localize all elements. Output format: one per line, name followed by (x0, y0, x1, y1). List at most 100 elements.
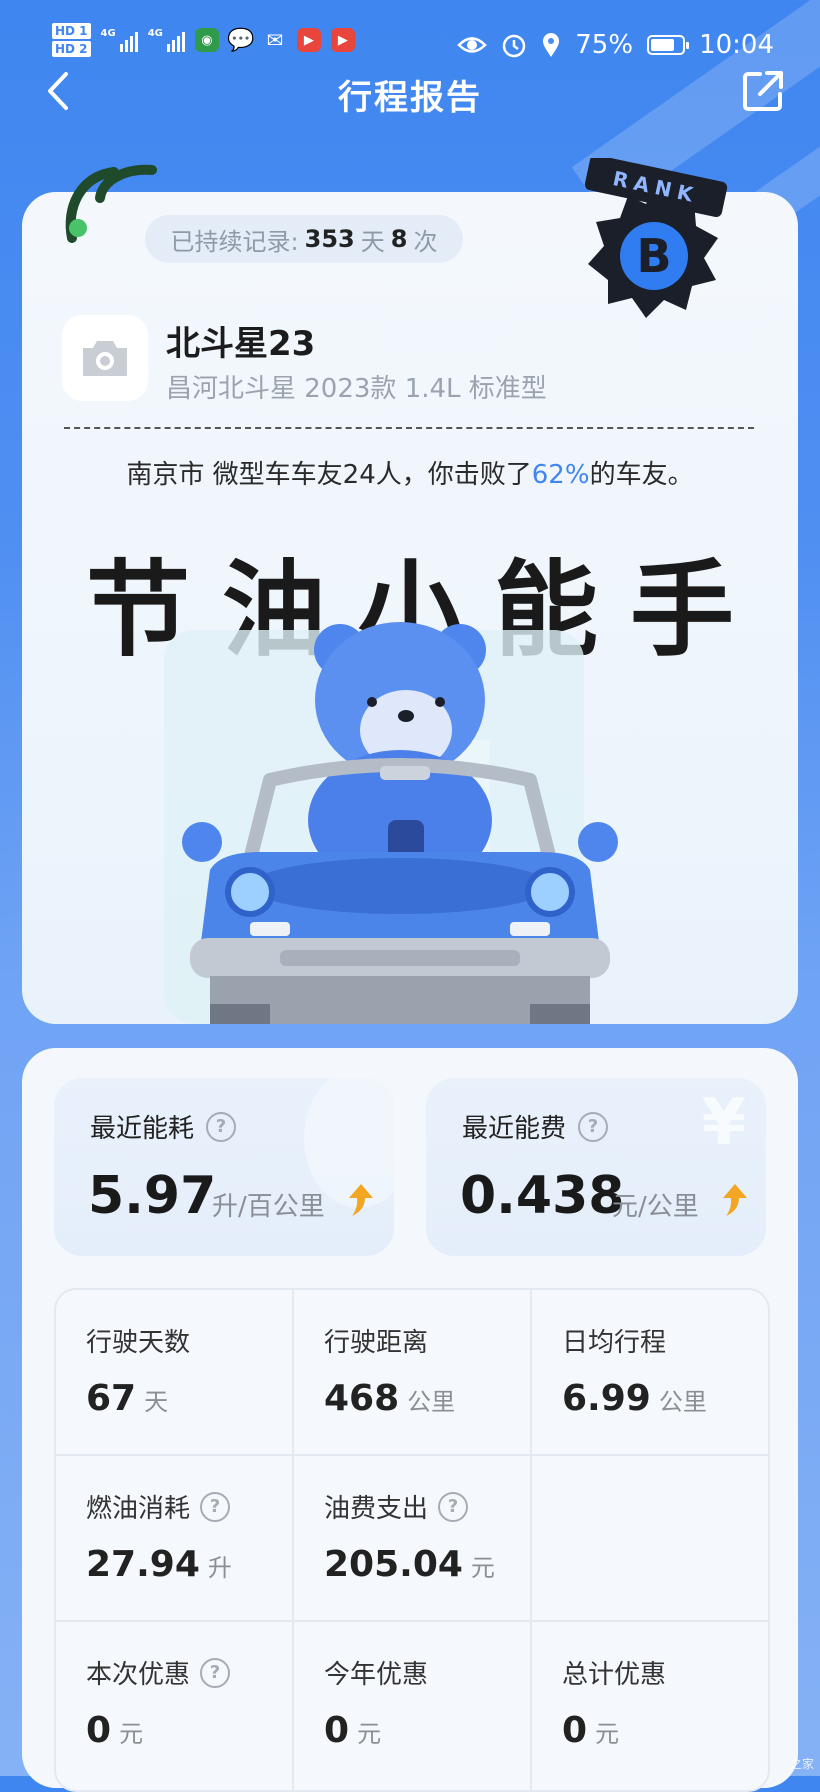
stat-cell: 总计优惠 0 元 (532, 1622, 768, 1788)
help-icon[interactable]: ? (200, 1491, 231, 1522)
car-avatar[interactable] (62, 315, 148, 401)
stat-value: 27.94 (86, 1544, 200, 1585)
stat-label-text: 燃油消耗 (86, 1494, 191, 1524)
stat-label: 日均行程 (562, 1322, 666, 1359)
metric-value: 5.97 (88, 1166, 217, 1226)
stat-unit: 升 (207, 1554, 232, 1582)
stat-value: 468 (324, 1378, 400, 1419)
stat-cell (532, 1456, 768, 1622)
stat-label: 油费支出? (324, 1488, 469, 1525)
metric-label: 最近能耗 ? (90, 1108, 237, 1145)
stat-value: 205.04 (324, 1544, 463, 1585)
stat-label-text: 行驶天数 (86, 1328, 191, 1358)
record-days-unit: 天 (360, 227, 385, 256)
stat-value-row: 27.94 升 (86, 1544, 232, 1585)
rank-badge-icon: B RANK (584, 158, 728, 318)
eye-icon (457, 37, 488, 53)
status-right-icons: 75% 10:04 (457, 30, 774, 60)
stat-value-row: 0元 (324, 1710, 381, 1751)
metric-value: 0.438 (460, 1166, 625, 1226)
stat-value-row: 0元 (562, 1710, 619, 1751)
yuan-watermark-icon: ¥ (701, 1086, 746, 1160)
stat-value-row: 6.99 公里 (562, 1378, 707, 1419)
stat-label-text: 总计优惠 (562, 1660, 667, 1690)
ranking-percent: 62% (531, 460, 590, 490)
help-icon[interactable]: ? (578, 1111, 609, 1142)
car-model: 昌河北斗星 2023款 1.4L 标准型 (166, 374, 547, 404)
record-count: 8 (390, 225, 408, 253)
stat-label: 本次优惠? (86, 1654, 231, 1691)
video-app-icon: ▶ (330, 28, 355, 52)
stat-label: 行驶距离 (324, 1322, 428, 1359)
record-count-unit: 次 (413, 227, 438, 256)
stat-value-row: 67 天 (86, 1378, 168, 1419)
hd-indicator: HD 1 HD 2 (52, 22, 91, 58)
stat-cell: 燃油消耗? 27.94 升 (56, 1456, 293, 1622)
record-duration: 已持续记录: 353 天 8 次 (145, 215, 463, 263)
stat-cell: 行驶距离 468 公里 (294, 1290, 531, 1456)
stat-value: 0 (562, 1710, 588, 1751)
page-title: 行程报告 (338, 78, 482, 118)
wechat-icon: ✉ (266, 28, 284, 52)
header-bar: 行程报告 (0, 60, 820, 122)
help-icon[interactable]: ? (200, 1657, 231, 1688)
hd2-label: HD 2 (52, 41, 91, 57)
bear-driving-car-illustration (164, 622, 618, 1024)
stat-unit: 元 (470, 1554, 495, 1582)
stat-unit: 公里 (407, 1388, 456, 1416)
location-icon (543, 33, 560, 57)
status-left-icons: HD 1 HD 2 4G 4G ◉ 💬 ✉ ▶ ▶ (52, 22, 355, 58)
divider (64, 427, 754, 429)
metric-unit: 元/公里 (612, 1192, 699, 1222)
share-icon[interactable] (740, 68, 786, 114)
stat-value: 0 (324, 1710, 350, 1751)
ranking-before: 南京市 微型车车友24人，你击败了 (126, 460, 532, 490)
stat-value-row: 0元 (86, 1710, 143, 1751)
corner-watermark: 之家 (789, 1757, 814, 1771)
trip-stats-grid: 行驶天数 67 天行驶距离 468 公里 日均行程 6.99 公里 燃油消耗? 27.94 升油费支… (54, 1288, 770, 1792)
record-days: 353 (304, 225, 355, 253)
metric-label-text: 最近能耗 (90, 1114, 195, 1144)
stat-label: 总计优惠 (562, 1654, 666, 1691)
stat-value: 67 (86, 1378, 137, 1419)
signal-icon: 4G (101, 28, 138, 52)
stat-unit: 元 (119, 1720, 144, 1748)
shield-app-icon: ◉ (194, 28, 219, 52)
hd1-label: HD 1 (52, 23, 91, 39)
stat-unit: 天 (144, 1388, 169, 1416)
stat-label-text: 本次优惠 (86, 1660, 191, 1690)
stat-cell: 今年优惠 0 元 (294, 1622, 531, 1788)
stat-cell: 日均行程 6.99 公里 (532, 1290, 768, 1456)
network-type: 4G (147, 28, 163, 39)
battery-icon (647, 35, 690, 55)
metric-label: 最近能费 ? (462, 1108, 609, 1145)
metric-unit: 升/百公里 (212, 1192, 325, 1222)
trend-up-arrow-icon (349, 1184, 373, 1216)
stat-value-row: 468 公里 (324, 1378, 455, 1419)
video-app-icon: ▶ (296, 28, 321, 52)
metric-label-text: 最近能费 (462, 1114, 567, 1144)
trend-up-arrow-icon (723, 1184, 747, 1216)
stat-label-text: 行驶距离 (324, 1328, 429, 1358)
ranking-text: 南京市 微型车车友24人，你击败了62%的车友。 (0, 454, 820, 491)
help-icon[interactable]: ? (206, 1111, 237, 1142)
stat-value: 6.99 (562, 1378, 651, 1419)
help-icon[interactable]: ? (438, 1491, 469, 1522)
stat-cell: 油费支出? 205.04 元 (294, 1456, 531, 1622)
recent-cost-card: ¥ 最近能费 ? 0.438 元/公里 (426, 1078, 766, 1256)
battery-percent: 75% (575, 30, 634, 60)
message-icon: 💬 (227, 27, 255, 53)
car-name: 北斗星23 (166, 324, 316, 364)
stat-unit: 元 (357, 1720, 382, 1748)
stat-unit: 元 (595, 1720, 620, 1748)
ranking-after: 的车友。 (589, 460, 694, 490)
stat-cell: 本次优惠? 0 元 (56, 1622, 293, 1788)
stat-value: 0 (86, 1710, 112, 1751)
stat-label-text: 今年优惠 (324, 1660, 429, 1690)
stat-unit: 公里 (658, 1388, 707, 1416)
camera-icon (83, 341, 127, 376)
stat-label-text: 日均行程 (562, 1328, 667, 1358)
stat-label: 燃油消耗? (86, 1488, 231, 1525)
alarm-icon (503, 34, 526, 58)
signal-icon: 4G (148, 28, 185, 52)
